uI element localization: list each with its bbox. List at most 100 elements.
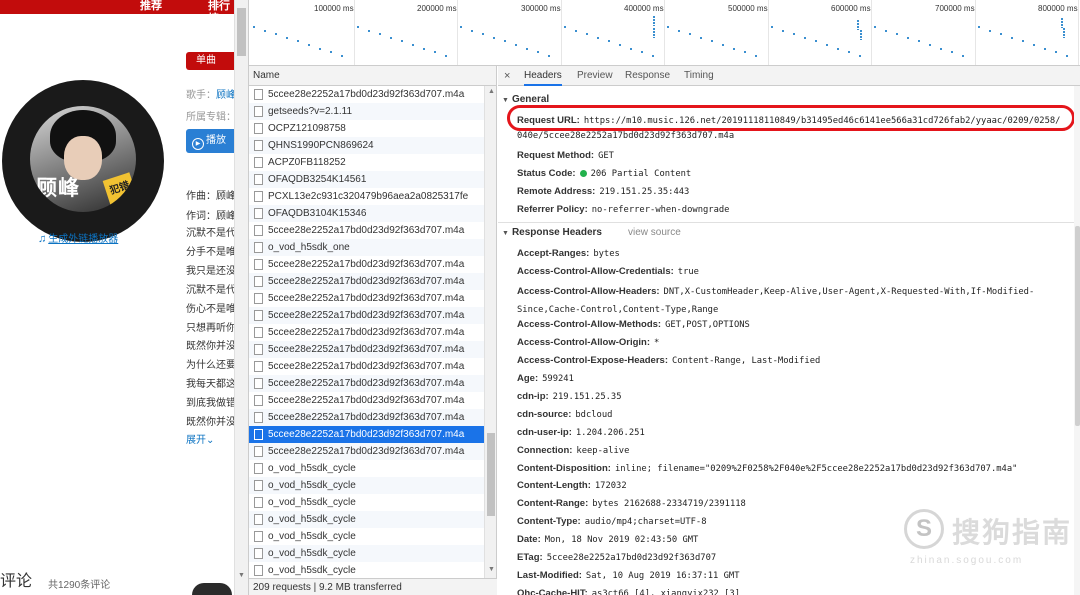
page-scrollbar[interactable]: ▼ xyxy=(234,0,248,595)
request-row[interactable]: 5ccee28e2252a17bd0d23d92f363d707.m4a xyxy=(249,341,496,358)
timeline-request-dot xyxy=(297,40,299,43)
header-key: Content-Length: xyxy=(517,480,591,491)
general-section-header[interactable]: ▼ General xyxy=(502,94,549,105)
request-row[interactable]: 5ccee28e2252a17bd0d23d92f363d707.m4a xyxy=(249,443,496,460)
view-source-link[interactable]: view source xyxy=(628,227,681,238)
header-value: 172032 xyxy=(594,481,627,491)
file-icon xyxy=(254,480,263,491)
header-key: Access-Control-Allow-Headers: xyxy=(517,286,660,297)
request-name: OFAQDB3254K14561 xyxy=(268,174,367,185)
request-row[interactable]: 5ccee28e2252a17bd0d23d92f363d707.m4a xyxy=(249,324,496,341)
request-row[interactable]: 5ccee28e2252a17bd0d23d92f363d707.m4a xyxy=(249,307,496,324)
file-icon xyxy=(254,293,263,304)
request-row[interactable]: o_vod_h5sdk_one xyxy=(249,239,496,256)
timeline-request-dot xyxy=(1032,44,1035,46)
response-headers-section-header[interactable]: ▼ Response Headers view source xyxy=(502,227,681,238)
timeline-gridline xyxy=(561,0,562,65)
tab-headers[interactable]: Headers xyxy=(524,66,562,86)
tab-timing[interactable]: Timing xyxy=(684,66,714,86)
timeline-request-dot xyxy=(803,36,806,39)
timeline-request-dot xyxy=(367,29,370,32)
request-name: getseeds?v=2.1.11 xyxy=(268,106,353,117)
request-row[interactable]: OFAQDB3104K15346 xyxy=(249,205,496,222)
header-value: Mon, 18 Nov 2019 02:43:50 GMT xyxy=(544,535,699,545)
scroll-up-arrow-icon[interactable]: ▲ xyxy=(488,88,495,95)
timeline-tick-label: 100000 ms xyxy=(314,4,354,13)
external-player-link[interactable]: ♫ 生成外链播放器 xyxy=(38,230,118,245)
page-scroll-thumb[interactable] xyxy=(237,8,246,56)
request-list: Name 5ccee28e2252a17bd0d23d92f363d707.m4… xyxy=(249,66,497,578)
request-name: o_vod_h5sdk_cycle xyxy=(268,463,356,474)
request-row[interactable]: 5ccee28e2252a17bd0d23d92f363d707.m4a xyxy=(249,375,496,392)
request-name: o_vod_h5sdk_cycle xyxy=(268,514,356,525)
request-row[interactable]: QHNS1990PCN869624 xyxy=(249,137,496,154)
request-row[interactable]: o_vod_h5sdk_cycle xyxy=(249,477,496,494)
scroll-down-arrow-icon[interactable]: ▼ xyxy=(488,566,495,573)
tab-preview[interactable]: Preview xyxy=(577,66,613,86)
response-header-row: Access-Control-Allow-Methods: GET,POST,OP… xyxy=(517,318,750,332)
status-ok-icon xyxy=(579,170,587,177)
request-row[interactable]: OCPZ121098758 xyxy=(249,120,496,137)
request-row[interactable]: PCXL13e2c931c320479b96aea2a0825317fe xyxy=(249,188,496,205)
request-row[interactable]: o_vod_h5sdk_cycle xyxy=(249,460,496,477)
close-details-icon[interactable]: × xyxy=(504,70,510,82)
request-row[interactable]: 5ccee28e2252a17bd0d23d92f363d707.m4a xyxy=(249,222,496,239)
request-row[interactable]: ACPZ0FB118252 xyxy=(249,154,496,171)
file-icon xyxy=(254,123,263,134)
header-key: cdn-user-ip: xyxy=(517,427,572,438)
timeline-tick-label: 300000 ms xyxy=(521,4,561,13)
name-column-header[interactable]: Name xyxy=(249,66,496,86)
request-row[interactable]: o_vod_h5sdk_cycle xyxy=(249,528,496,545)
play-button[interactable]: ▶ 播放 xyxy=(186,129,234,153)
request-name: OCPZ121098758 xyxy=(268,123,346,134)
nav-ranking[interactable]: 排行榜 xyxy=(208,0,234,26)
request-row[interactable]: o_vod_h5sdk_cycle xyxy=(249,562,496,578)
request-row[interactable]: 5ccee28e2252a17bd0d23d92f363d707.m4a xyxy=(249,256,496,273)
request-row[interactable]: o_vod_h5sdk_cycle xyxy=(249,494,496,511)
request-name: QHNS1990PCN869624 xyxy=(268,140,374,151)
scroll-down-arrow-icon[interactable]: ▼ xyxy=(238,572,245,579)
lyric-line: 只想再听你 xyxy=(186,322,234,334)
request-row[interactable]: 5ccee28e2252a17bd0d23d92f363d707.m4a xyxy=(249,358,496,375)
album-disc: 顾峰 犯错 xyxy=(2,80,164,242)
request-row[interactable]: OFAQDB3254K14561 xyxy=(249,171,496,188)
lyric-line: 既然你并没 xyxy=(186,341,234,353)
header-value: 1.204.206.251 xyxy=(575,428,645,438)
timeline-request-dot xyxy=(341,54,343,57)
header-value: Sat, 10 Aug 2019 16:37:11 GMT xyxy=(585,571,740,581)
request-list-scrollbar[interactable]: ▲ ▼ xyxy=(484,86,496,578)
singer-link[interactable]: 顾峰 xyxy=(216,90,234,101)
details-scrollbar[interactable] xyxy=(1074,86,1080,595)
album-cover-image: 顾峰 犯错 xyxy=(30,106,136,212)
expand-lyrics-button[interactable]: 展开⌄ xyxy=(186,431,214,446)
network-timeline-overview[interactable]: 100000 ms 200000 ms 300000 ms 400000 ms 5000… xyxy=(249,0,1080,66)
request-row[interactable]: o_vod_h5sdk_cycle xyxy=(249,545,496,562)
timeline-request-dot xyxy=(907,36,909,39)
request-name: 5ccee28e2252a17bd0d23d92f363d707.m4a xyxy=(268,378,465,389)
request-row[interactable]: 5ccee28e2252a17bd0d23d92f363d707.m4a xyxy=(249,86,496,103)
request-row[interactable]: 5ccee28e2252a17bd0d23d92f363d707.m4a xyxy=(249,409,496,426)
timeline-request-dot xyxy=(977,26,980,28)
request-row[interactable]: o_vod_h5sdk_cycle xyxy=(249,511,496,528)
timeline-request-dot xyxy=(792,33,795,36)
timeline-request-dot xyxy=(667,26,669,28)
request-row[interactable]: getseeds?v=2.1.11 xyxy=(249,103,496,120)
request-row[interactable]: 5ccee28e2252a17bd0d23d92f363d707.m4a xyxy=(249,392,496,409)
tab-response[interactable]: Response xyxy=(625,66,670,86)
file-icon xyxy=(254,140,263,151)
request-row[interactable]: 5ccee28e2252a17bd0d23d92f363d707.m4a xyxy=(249,426,496,443)
request-name: ACPZ0FB118252 xyxy=(268,157,346,168)
timeline-request-dot xyxy=(918,40,920,43)
timeline-request-dot xyxy=(744,51,746,54)
request-row[interactable]: 5ccee28e2252a17bd0d23d92f363d707.m4a xyxy=(249,273,496,290)
timeline-request-dot xyxy=(286,36,288,39)
timeline-gridline xyxy=(768,0,769,65)
response-header-row: Access-Control-Allow-Origin: * xyxy=(517,336,659,350)
timeline-request-dot xyxy=(858,54,861,57)
timeline-request-dot xyxy=(607,40,610,43)
request-list-scroll-thumb[interactable] xyxy=(487,433,495,516)
request-name: 5ccee28e2252a17bd0d23d92f363d707.m4a xyxy=(268,344,465,355)
details-scroll-thumb[interactable] xyxy=(1075,226,1080,426)
request-row[interactable]: 5ccee28e2252a17bd0d23d92f363d707.m4a xyxy=(249,290,496,307)
nav-recommend[interactable]: 推荐 xyxy=(140,0,162,13)
